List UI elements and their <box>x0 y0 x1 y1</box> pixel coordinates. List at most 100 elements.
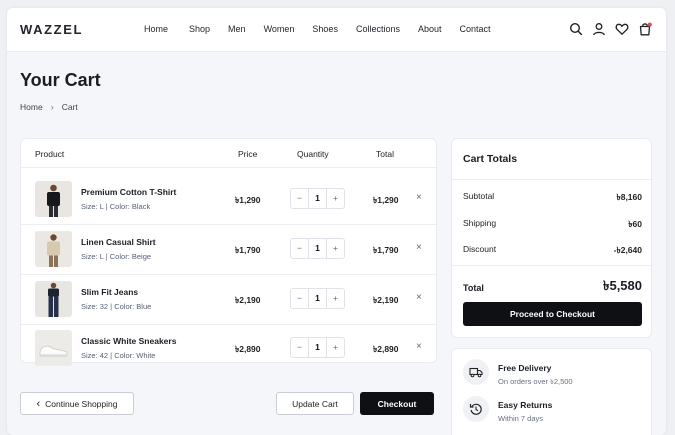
discount-label: Discount <box>463 244 497 254</box>
quantity-value[interactable]: 1 <box>308 189 327 208</box>
total-row: Total ৳5,580 <box>463 277 642 298</box>
increase-button[interactable]: + <box>327 289 344 308</box>
product-meta: Size: L | Color: Black <box>81 202 151 211</box>
continue-shopping-label: Continue Shopping <box>45 398 118 409</box>
product-image-jeans[interactable] <box>35 281 72 317</box>
heart-icon[interactable] <box>615 22 629 36</box>
quantity-stepper: − 1 + <box>290 337 345 358</box>
remove-item-icon[interactable]: × <box>416 192 422 203</box>
discount-value: -৳2,640 <box>613 245 642 255</box>
increase-button[interactable]: + <box>327 338 344 357</box>
decrease-button[interactable]: − <box>291 338 308 357</box>
decrease-button[interactable]: − <box>291 289 308 308</box>
nav-shoes[interactable]: Shoes <box>312 24 338 34</box>
returns-icon <box>463 396 489 422</box>
product-name[interactable]: Classic White Sneakers <box>81 336 176 346</box>
shipping-label: Shipping <box>463 218 497 228</box>
nav-collections[interactable]: Collections <box>356 24 400 34</box>
app-frame: WAZZEL Home Shop Men Women Shoes Collect… <box>7 8 666 435</box>
shipping-row: Shipping ৳60 <box>463 218 642 232</box>
product-price: ৳1,290 <box>235 195 261 205</box>
product-price: ৳2,890 <box>235 344 261 354</box>
col-header-quantity: Quantity <box>297 149 329 159</box>
chevron-left-icon: ‹ <box>36 397 41 410</box>
table-row: Linen Casual Shirt Size: L | Color: Beig… <box>21 224 438 274</box>
breadcrumb-current: Cart <box>61 102 78 112</box>
product-price: ৳2,190 <box>235 295 261 305</box>
nav-men[interactable]: Men <box>228 24 246 34</box>
search-icon[interactable] <box>569 22 583 36</box>
subtotal-row: Subtotal ৳8,160 <box>463 191 642 205</box>
total-value: ৳5,580 <box>602 278 642 293</box>
cart-table: Product Price Quantity Total Premium Cot… <box>20 138 438 366</box>
main-nav: Home Shop Men Women Shoes Collections Ab… <box>144 24 491 34</box>
increase-button[interactable]: + <box>327 189 344 208</box>
truck-icon <box>463 359 489 385</box>
subtotal-label: Subtotal <box>463 191 495 201</box>
cart-totals-panel: Cart Totals Subtotal ৳8,160 Shipping ৳60… <box>451 138 653 338</box>
shipping-value: ৳60 <box>628 219 642 229</box>
line-total: ৳1,790 <box>373 245 399 255</box>
discount-row: Discount -৳2,640 <box>463 244 642 258</box>
checkout-button[interactable]: Checkout <box>360 392 434 415</box>
decrease-button[interactable]: − <box>291 189 308 208</box>
subtotal-value: ৳8,160 <box>616 192 642 202</box>
perk-title: Free Delivery <box>498 363 552 373</box>
quantity-stepper: − 1 + <box>290 238 345 259</box>
quantity-stepper: − 1 + <box>290 188 345 209</box>
quantity-stepper: − 1 + <box>290 288 345 309</box>
line-total: ৳2,890 <box>373 344 399 354</box>
update-cart-button[interactable]: Update Cart <box>276 392 354 415</box>
remove-item-icon[interactable]: × <box>416 292 422 303</box>
perk-title: Easy Returns <box>498 400 553 410</box>
continue-shopping-button[interactable]: ‹ Continue Shopping <box>20 392 134 415</box>
product-meta: Size: 32 | Color: Blue <box>81 302 152 311</box>
product-price: ৳1,790 <box>235 245 261 255</box>
col-header-product: Product <box>35 149 65 159</box>
quantity-value[interactable]: 1 <box>308 239 327 258</box>
increase-button[interactable]: + <box>327 239 344 258</box>
decrease-button[interactable]: − <box>291 239 308 258</box>
product-image-tshirt[interactable] <box>35 181 72 217</box>
perk-subtitle: Within 7 days <box>498 414 544 423</box>
col-header-price: Price <box>238 149 258 159</box>
product-meta: Size: L | Color: Beige <box>81 252 152 261</box>
table-row: Classic White Sneakers Size: 42 | Color:… <box>21 323 438 373</box>
divider <box>452 265 653 266</box>
proceed-to-checkout-button[interactable]: Proceed to Checkout <box>463 302 642 326</box>
user-icon[interactable] <box>592 22 606 36</box>
nav-women[interactable]: Women <box>264 24 295 34</box>
cart-totals-title: Cart Totals <box>463 153 518 165</box>
col-header-total: Total <box>376 149 394 159</box>
line-total: ৳2,190 <box>373 295 399 305</box>
quantity-value[interactable]: 1 <box>308 289 327 308</box>
product-name[interactable]: Linen Casual Shirt <box>81 237 156 247</box>
product-meta: Size: 42 | Color: White <box>81 351 156 360</box>
nav-contact[interactable]: Contact <box>460 24 491 34</box>
quantity-value[interactable]: 1 <box>308 338 327 357</box>
breadcrumb-home[interactable]: Home <box>20 102 43 112</box>
product-image-shirt[interactable] <box>35 231 72 267</box>
page-title: Your Cart <box>20 70 101 90</box>
perk-subtitle: On orders over ৳2,500 <box>498 377 573 386</box>
nav-shop[interactable]: Shop <box>189 24 210 34</box>
total-label: Total <box>463 282 484 293</box>
header-icons <box>569 22 652 36</box>
product-image-sneakers[interactable] <box>35 330 72 366</box>
nav-home[interactable]: Home <box>144 24 168 34</box>
table-row: Slim Fit Jeans Size: 32 | Color: Blue ৳2… <box>21 274 438 324</box>
divider <box>21 167 438 168</box>
perks-panel: Free Delivery On orders over ৳2,500 Easy… <box>451 348 652 435</box>
remove-item-icon[interactable]: × <box>416 242 422 253</box>
brand-logo[interactable]: WAZZEL <box>20 22 83 37</box>
line-total: ৳1,290 <box>373 195 399 205</box>
divider <box>452 179 653 180</box>
breadcrumb: Home › Cart <box>20 102 78 112</box>
nav-about[interactable]: About <box>418 24 442 34</box>
bag-icon[interactable] <box>638 22 652 36</box>
product-name[interactable]: Premium Cotton T-Shirt <box>81 187 176 197</box>
site-header: WAZZEL Home Shop Men Women Shoes Collect… <box>7 8 666 52</box>
remove-item-icon[interactable]: × <box>416 341 422 352</box>
product-name[interactable]: Slim Fit Jeans <box>81 287 138 297</box>
table-row: Premium Cotton T-Shirt Size: L | Color: … <box>21 174 438 224</box>
